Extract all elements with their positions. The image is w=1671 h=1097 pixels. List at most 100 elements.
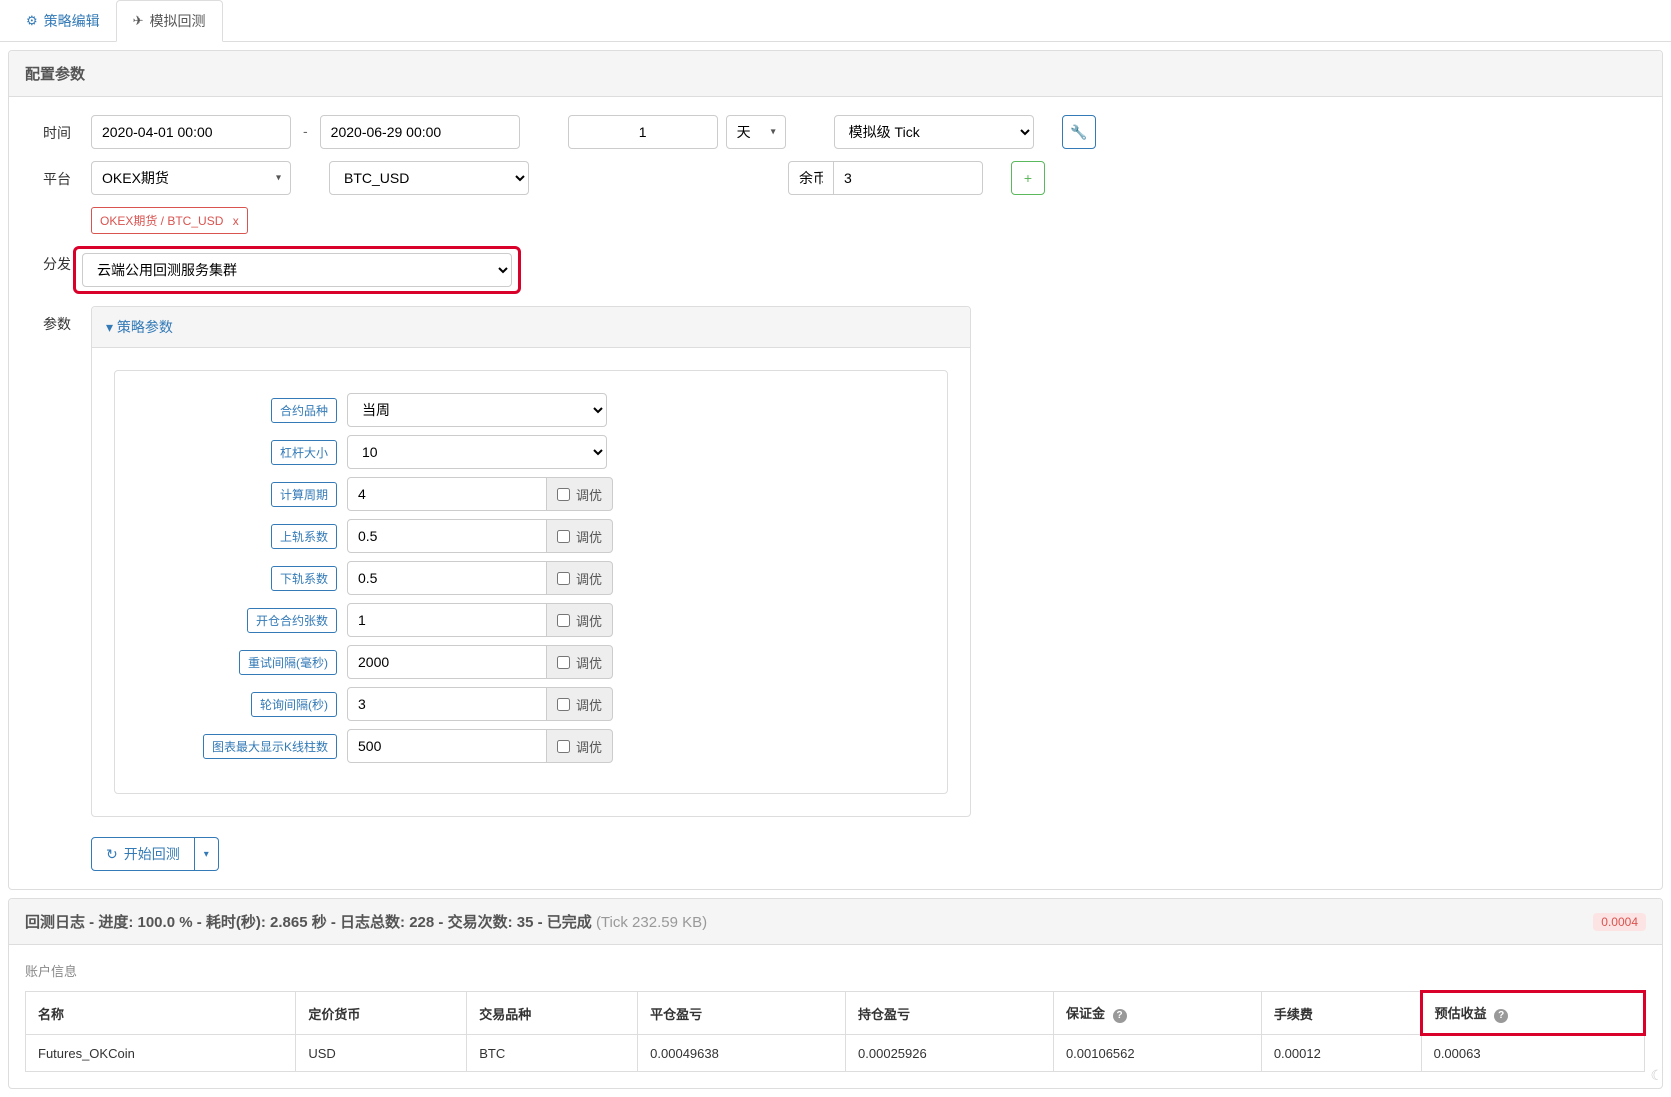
- param-row: 重试间隔(毫秒) 调优: [137, 645, 925, 679]
- gears-icon: ⚙: [26, 13, 38, 29]
- paper-plane-icon: ✈: [133, 13, 144, 29]
- dispatch-select[interactable]: 云端公用回测服务集群: [82, 253, 512, 287]
- param-label: 开仓合约张数: [247, 608, 337, 633]
- optimize-label: 调优: [576, 569, 602, 588]
- param-input[interactable]: [347, 477, 547, 511]
- account-info-table: 名称 定价货币 交易品种 平仓盈亏 持仓盈亏 保证金 ? 手续费 预估收益 ?: [25, 990, 1646, 1072]
- start-dropdown-button[interactable]: ▾: [195, 837, 219, 871]
- param-label: 轮询间隔(秒): [251, 692, 337, 717]
- param-input[interactable]: [347, 729, 547, 763]
- optimize-checkbox[interactable]: [557, 614, 570, 627]
- pair-tag-text: OKEX期货 / BTC_USD: [100, 214, 223, 228]
- optimize-toggle[interactable]: 调优: [546, 477, 613, 511]
- optimize-checkbox[interactable]: [557, 740, 570, 753]
- th-quote: 定价货币: [296, 992, 467, 1035]
- symbol-select[interactable]: BTC_USD: [329, 161, 529, 195]
- param-input[interactable]: [347, 561, 547, 595]
- close-icon[interactable]: x: [233, 214, 239, 228]
- optimize-label: 调优: [576, 485, 602, 504]
- param-row: 计算周期 调优: [137, 477, 925, 511]
- th-trade: 交易品种: [467, 992, 638, 1035]
- optimize-label: 调优: [576, 653, 602, 672]
- balance-label: [788, 161, 834, 195]
- th-closed: 平仓盈亏: [638, 992, 846, 1035]
- optimize-toggle[interactable]: 调优: [546, 645, 613, 679]
- refresh-icon: ↻: [106, 846, 118, 863]
- tab-strategy-edit[interactable]: ⚙ 策略编辑: [10, 0, 116, 41]
- add-button[interactable]: +: [1011, 161, 1045, 195]
- param-row: 下轨系数 调优: [137, 561, 925, 595]
- cell-holding: 0.00025926: [846, 1035, 1054, 1072]
- cell-est: 0.00063: [1421, 1035, 1644, 1072]
- theme-toggle[interactable]: ☾: [1650, 1067, 1663, 1084]
- wrench-icon: 🔧: [1070, 124, 1087, 141]
- balance-input[interactable]: [833, 161, 983, 195]
- param-row: 杠杆大小 10: [137, 435, 925, 469]
- tab-backtest[interactable]: ✈ 模拟回测: [116, 0, 223, 42]
- pair-tag[interactable]: OKEX期货 / BTC_USD x: [91, 207, 248, 234]
- start-button-label: 开始回测: [124, 844, 180, 864]
- optimize-toggle[interactable]: 调优: [546, 687, 613, 721]
- param-input[interactable]: [347, 519, 547, 553]
- config-panel-title: 配置参数: [9, 51, 1662, 97]
- th-estimated: 预估收益 ?: [1421, 992, 1644, 1035]
- param-label: 杠杆大小: [271, 440, 337, 465]
- label-params: 参数: [29, 306, 71, 334]
- param-label: 合约品种: [271, 398, 337, 423]
- param-label: 上轨系数: [271, 524, 337, 549]
- wrench-button[interactable]: 🔧: [1062, 115, 1096, 149]
- platform-select[interactable]: [91, 161, 291, 195]
- param-label: 计算周期: [271, 482, 337, 507]
- param-input[interactable]: [347, 687, 547, 721]
- optimize-toggle[interactable]: 调优: [546, 519, 613, 553]
- chevron-down-icon: ▾: [106, 319, 117, 335]
- cell-name: Futures_OKCoin: [26, 1035, 296, 1072]
- param-label: 重试间隔(毫秒): [239, 650, 337, 675]
- help-icon[interactable]: ?: [1494, 1009, 1508, 1023]
- dash-separator: -: [299, 115, 312, 147]
- param-row: 开仓合约张数 调优: [137, 603, 925, 637]
- optimize-checkbox[interactable]: [557, 656, 570, 669]
- param-row: 上轨系数 调优: [137, 519, 925, 553]
- param-input[interactable]: [347, 603, 547, 637]
- optimize-label: 调优: [576, 695, 602, 714]
- label-time: 时间: [29, 115, 71, 143]
- period-unit-select[interactable]: [726, 115, 786, 149]
- start-backtest-button[interactable]: ↻ 开始回测: [91, 837, 195, 871]
- tick-level-select[interactable]: 模拟级 Tick: [834, 115, 1034, 149]
- optimize-label: 调优: [576, 611, 602, 630]
- tab-label: 模拟回测: [150, 11, 206, 31]
- caret-down-icon: ▾: [204, 849, 209, 860]
- cell-closed: 0.00049638: [638, 1035, 846, 1072]
- cell-quote: USD: [296, 1035, 467, 1072]
- optimize-checkbox[interactable]: [557, 488, 570, 501]
- table-row: Futures_OKCoin USD BTC 0.00049638 0.0002…: [26, 1035, 1645, 1072]
- optimize-checkbox[interactable]: [557, 698, 570, 711]
- optimize-toggle[interactable]: 调优: [546, 729, 613, 763]
- help-icon[interactable]: ?: [1113, 1009, 1127, 1023]
- time-from-input[interactable]: [91, 115, 291, 149]
- log-badge: 0.0004: [1593, 913, 1646, 931]
- moon-icon: ☾: [1650, 1067, 1663, 1083]
- cell-margin: 0.00106562: [1053, 1035, 1261, 1072]
- optimize-toggle[interactable]: 调优: [546, 561, 613, 595]
- optimize-checkbox[interactable]: [557, 572, 570, 585]
- optimize-label: 调优: [576, 737, 602, 756]
- dispatch-highlight: 云端公用回测服务集群: [73, 246, 521, 294]
- param-label: 图表最大显示K线柱数: [203, 734, 337, 759]
- label-platform: 平台: [29, 161, 71, 189]
- param-select[interactable]: 当周: [347, 393, 607, 427]
- param-select[interactable]: 10: [347, 435, 607, 469]
- th-fee: 手续费: [1261, 992, 1421, 1035]
- period-value-input[interactable]: [568, 115, 718, 149]
- th-margin: 保证金 ?: [1053, 992, 1261, 1035]
- tab-label: 策略编辑: [44, 11, 100, 31]
- optimize-checkbox[interactable]: [557, 530, 570, 543]
- time-to-input[interactable]: [320, 115, 520, 149]
- param-input[interactable]: [347, 645, 547, 679]
- cell-trade: BTC: [467, 1035, 638, 1072]
- strategy-params-toggle[interactable]: ▾ 策略参数: [92, 307, 970, 348]
- optimize-toggle[interactable]: 调优: [546, 603, 613, 637]
- log-title: 回测日志 - 进度: 100.0 % - 耗时(秒): 2.865 秒 - 日志…: [25, 911, 707, 932]
- param-label: 下轨系数: [271, 566, 337, 591]
